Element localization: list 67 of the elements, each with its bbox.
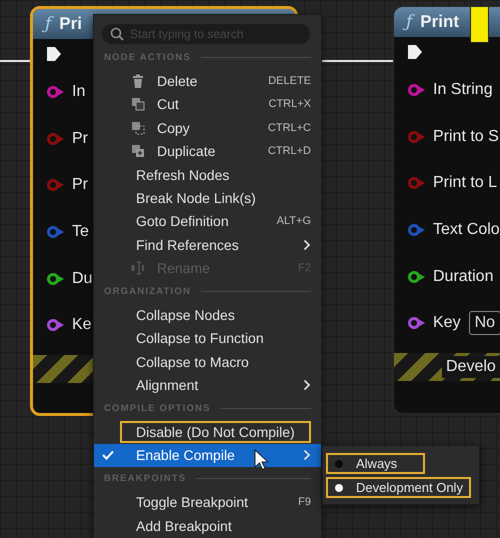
menu-item-label: Duplicate [157,142,216,162]
menu-item-label: Collapse Nodes [136,306,235,325]
dashed-squares-icon [131,120,145,135]
menu-item-label: Copy [157,118,190,138]
pin-label: Te [72,223,89,242]
menu-item[interactable]: Toggle Breakpoint F9 [94,490,321,514]
pin-label: Pr [72,130,88,148]
menu-item[interactable]: Add Breakpoint [94,514,321,538]
exec-pin-icon [406,43,424,61]
menu-item-label: Find References [136,236,239,255]
pin-label: Ke [72,316,92,334]
pin-label: Text Colo [433,221,500,240]
shortcut-label: DELETE [268,75,311,88]
menu-item-label: Break Node Link(s) [136,189,256,208]
menu-item-label: Enable Compile [136,446,235,466]
menu-item[interactable]: Disable (Do Not Compile) [94,420,321,444]
menu-item-label: Collapse to Function [136,329,264,348]
menu-item-label: Disable (Do Not Compile) [120,420,311,443]
shortcut-label: CTRL+C [268,122,311,134]
pin-label: Key [433,314,461,332]
menu-item[interactable]: Collapse to Macro [94,350,321,374]
node-title: Print [420,12,460,32]
node-title: Pri [59,14,82,34]
pin-label: Pr [72,176,88,194]
shortcut-label: CTRL+X [268,98,311,110]
menu-item[interactable]: Delete DELETE [94,69,321,93]
pin-label: Du [72,270,92,288]
menu-item-label: Add Breakpoint [136,516,232,536]
menu-item[interactable]: Cut CTRL+X [94,92,321,116]
menu-item[interactable]: Always [326,453,426,474]
pin-label: Print to L [433,174,498,192]
menu-item-label: Refresh Nodes [136,166,230,185]
input-field[interactable]: No [468,311,500,336]
pin-label: Duration [433,268,494,286]
shortcut-label: ALT+G [276,215,311,228]
menu-item-label: Collapse to Macro [136,352,249,372]
stacked-squares-icon [131,97,145,112]
menu-item-label: Goto Definition [136,212,229,232]
mouse-cursor-icon [254,449,268,471]
menu-item-label: Cut [157,95,179,114]
menu-item[interactable]: Refresh Nodes [94,162,321,186]
pin-label: In [72,83,86,102]
menu-item[interactable]: Development Only [326,477,471,498]
menu-item[interactable]: Duplicate CTRL+D [94,140,321,163]
duplicate-icon [131,144,145,158]
shortcut-label: F9 [298,496,311,508]
checkmark-icon [102,450,114,460]
menu-item-label: Delete [157,72,198,92]
menu-item[interactable]: Collapse Nodes [94,303,321,327]
pin-label: Print to S [433,128,499,146]
menu-item-label: Toggle Breakpoint [136,493,248,512]
text-cursor-icon [131,261,145,276]
exec-pin-icon [45,45,63,63]
menu-item[interactable]: Break Node Link(s) [94,186,321,210]
menu-item[interactable]: Goto Definition ALT+G [94,210,321,234]
search-icon [110,27,124,41]
menu-item[interactable]: Collapse to Function [94,326,321,350]
footer-label: Develo [442,356,500,378]
pin-label: In String [433,81,493,100]
menu-item[interactable]: Copy CTRL+C [94,116,321,140]
blueprint-node[interactable]: ƒ Print In String Print to S Print to L Text Colo Duration Key No Develo [393,6,500,414]
menu-item[interactable]: Alignment [94,373,321,397]
menu-item-label: Alignment [136,376,198,396]
trash-icon [131,74,145,88]
shortcut-label: CTRL+D [268,145,311,158]
menu-item[interactable]: Enable Compile [94,444,321,468]
menu-item[interactable]: Find References [94,233,321,257]
